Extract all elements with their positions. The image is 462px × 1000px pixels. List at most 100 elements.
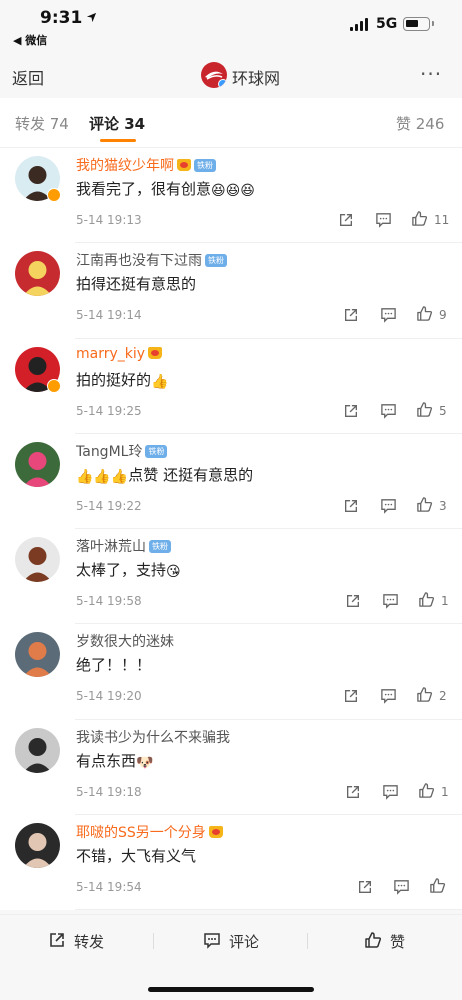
- like-icon[interactable]: [416, 686, 434, 704]
- tab-comment[interactable]: 评论 34: [89, 113, 145, 134]
- comment-list: 我的猫纹少年啊 铁粉 我看完了，很有创意😆😆😆 5-14 19:13 11 江南再…: [0, 148, 462, 911]
- fan-badge: 铁粉: [145, 444, 168, 458]
- comment-text: 我看完了，很有创意😆😆😆: [76, 180, 255, 199]
- comment-time: 5-14 19:14: [76, 308, 142, 323]
- like-icon[interactable]: [416, 401, 434, 419]
- emoji: 😆😆😆: [211, 183, 255, 199]
- reply-icon[interactable]: [375, 211, 393, 229]
- reply-icon[interactable]: [380, 306, 398, 324]
- like-icon[interactable]: [429, 877, 447, 895]
- comment-text: 有点东西🐶: [76, 751, 154, 771]
- reply-icon[interactable]: [393, 878, 411, 896]
- comment-time: 5-14 19:22: [76, 498, 142, 513]
- comment-item[interactable]: 我的猫纹少年啊 铁粉 我看完了，很有创意😆😆😆 5-14 19:13 11: [0, 148, 462, 244]
- like-count: 2: [439, 689, 447, 704]
- like-count: 1: [441, 594, 449, 609]
- share-icon[interactable]: [345, 784, 363, 802]
- more-icon[interactable]: ···: [420, 62, 442, 86]
- network-type: 5G: [376, 16, 398, 32]
- battery-icon: [403, 17, 434, 31]
- username[interactable]: 耶啵的SS另一个分身: [76, 822, 223, 842]
- tab-repost[interactable]: 转发 74: [15, 113, 69, 134]
- share-icon[interactable]: [343, 688, 361, 706]
- user-avatar[interactable]: [15, 632, 60, 678]
- vip-crown-icon: [148, 346, 163, 359]
- comment-text: 太棒了，支持😘: [76, 561, 181, 581]
- username[interactable]: 我的猫纹少年啊 铁粉: [76, 155, 216, 175]
- comment-item[interactable]: 岁数很大的迷妹 绝了！！！ 5-14 19:20 2: [0, 624, 462, 721]
- comment-text: 不错，大飞有义气: [76, 847, 197, 866]
- like-icon[interactable]: [416, 496, 434, 514]
- share-icon[interactable]: [357, 879, 375, 897]
- reply-icon[interactable]: [380, 687, 398, 705]
- comment-text: 👍👍👍点赞 还挺有意思的: [76, 465, 254, 485]
- user-avatar[interactable]: [15, 251, 60, 297]
- comment-item[interactable]: 我读书少为什么不来骗我 有点东西🐶 5-14 19:18 1: [0, 720, 462, 816]
- share-icon[interactable]: [343, 307, 361, 325]
- repost-label: 转发: [74, 933, 105, 951]
- verified-badge-icon: [47, 378, 61, 393]
- username[interactable]: TangML玲 铁粉: [76, 441, 168, 461]
- account-name[interactable]: 环球网: [232, 65, 280, 89]
- comment-label: 评论: [229, 933, 260, 951]
- emoji: 👍👍👍: [76, 468, 129, 485]
- reply-icon[interactable]: [382, 592, 400, 610]
- username-text: 我的猫纹少年啊: [76, 158, 174, 174]
- share-icon[interactable]: [345, 593, 363, 611]
- emoji: 😘: [166, 564, 181, 581]
- comment-item[interactable]: 江南再也没有下过雨 铁粉 拍得还挺有意思的 5-14 19:14 9: [0, 243, 462, 339]
- user-avatar[interactable]: [15, 823, 60, 869]
- username[interactable]: 落叶淋荒山 铁粉: [76, 536, 171, 556]
- vip-crown-icon: [208, 826, 223, 839]
- vip-crown-icon: [177, 159, 191, 171]
- like-count: 5: [439, 403, 447, 418]
- emoji: 👍: [151, 373, 169, 390]
- reply-icon[interactable]: [380, 402, 398, 420]
- like-icon[interactable]: [418, 591, 436, 609]
- username-text: 我读书少为什么不来骗我: [76, 729, 230, 746]
- fan-badge: 铁粉: [194, 159, 216, 172]
- user-avatar[interactable]: [15, 537, 60, 583]
- account-avatar[interactable]: [201, 62, 227, 88]
- active-tab-indicator: [100, 139, 136, 142]
- comment-item[interactable]: 耶啵的SS另一个分身 不错，大飞有义气 5-14 19:54: [0, 815, 462, 911]
- like-icon[interactable]: [418, 782, 436, 800]
- comment-item[interactable]: marry_kiy 拍的挺好的👍 5-14 19:25 5: [0, 339, 462, 435]
- username[interactable]: 我读书少为什么不来骗我: [76, 727, 230, 747]
- tab-like[interactable]: 赞 246: [396, 113, 444, 134]
- share-icon[interactable]: [343, 403, 361, 421]
- username[interactable]: 岁数很大的迷妹: [76, 631, 174, 651]
- username[interactable]: marry_kiy: [76, 346, 163, 362]
- back-to-app-link[interactable]: ◀ 微信: [13, 32, 47, 48]
- like-icon[interactable]: [411, 210, 429, 228]
- share-icon[interactable]: [338, 212, 356, 230]
- user-avatar[interactable]: [15, 156, 61, 202]
- comment-item[interactable]: 落叶淋荒山 铁粉 太棒了，支持😘 5-14 19:58 1: [0, 529, 462, 625]
- comment-time: 5-14 19:13: [76, 213, 142, 227]
- user-avatar[interactable]: [15, 346, 61, 393]
- fan-badge: 铁粉: [149, 540, 171, 554]
- emoji: 🐶: [136, 754, 154, 771]
- username[interactable]: 江南再也没有下过雨 铁粉: [76, 250, 227, 270]
- comment-item[interactable]: TangML玲 铁粉 👍👍👍点赞 还挺有意思的 5-14 19:22 3: [0, 434, 462, 530]
- share-icon[interactable]: [343, 498, 361, 516]
- tab-bar: 转发 74 评论 34 赞 246: [0, 98, 462, 148]
- user-avatar[interactable]: [15, 727, 60, 773]
- comment-time: 5-14 19:58: [76, 594, 142, 609]
- username-text: TangML玲: [76, 443, 143, 460]
- reply-icon[interactable]: [380, 497, 398, 515]
- user-avatar[interactable]: [15, 441, 60, 487]
- verified-badge-icon: [47, 188, 61, 202]
- divider: [307, 933, 308, 949]
- comment-icon: [204, 933, 220, 949]
- back-button[interactable]: 返回: [12, 65, 44, 89]
- repost-icon: [50, 933, 64, 947]
- comment-text: 拍的挺好的👍: [76, 370, 169, 390]
- signal-icon: [350, 18, 370, 31]
- username-text: 耶啵的SS另一个分身: [76, 825, 206, 842]
- comment-time: 5-14 19:25: [76, 403, 142, 418]
- like-icon[interactable]: [416, 305, 434, 323]
- like-count: 1: [441, 784, 449, 799]
- reply-icon[interactable]: [382, 783, 400, 801]
- username-text: 江南再也没有下过雨: [76, 253, 202, 270]
